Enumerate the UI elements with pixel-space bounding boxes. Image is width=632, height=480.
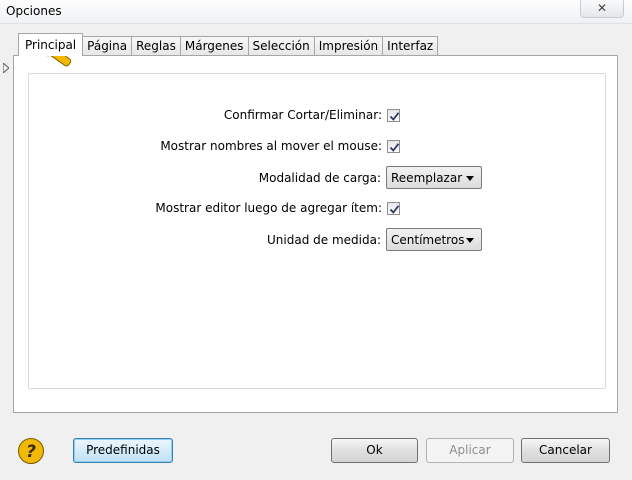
splitter-arrow-icon[interactable]: [3, 63, 9, 73]
ok-button[interactable]: Ok: [331, 438, 418, 463]
tab-pagina[interactable]: Página: [82, 36, 133, 56]
unit-value: Centímetros: [391, 232, 465, 247]
chevron-down-icon: [466, 176, 474, 181]
tab-interfaz[interactable]: Interfaz: [382, 36, 439, 56]
unit-label: Unidad de medida:: [267, 232, 381, 247]
close-button[interactable]: ✕: [580, 0, 624, 18]
apply-button[interactable]: Aplicar: [426, 438, 514, 463]
unit-select[interactable]: Centímetros: [386, 228, 482, 251]
show-editor-row: Mostrar editor luego de agregar ítem:: [155, 198, 400, 218]
show-names-checkbox[interactable]: [387, 139, 400, 153]
load-mode-row: Modalidad de carga: Reemplazar: [259, 166, 482, 189]
chevron-down-icon: [466, 238, 474, 243]
tab-margenes[interactable]: Márgenes: [179, 36, 249, 56]
load-mode-label: Modalidad de carga:: [258, 170, 381, 185]
cancel-button[interactable]: Cancelar: [521, 438, 610, 463]
show-editor-checkbox[interactable]: [387, 201, 400, 215]
unit-row: Unidad de medida: Centímetros: [267, 228, 482, 251]
show-names-row: Mostrar nombres al mover el mouse:: [160, 136, 400, 156]
tab-strip: Principal Página Reglas Márgenes Selecci…: [18, 33, 439, 56]
confirm-cut-label: Confirmar Cortar/Eliminar:: [223, 108, 382, 122]
load-mode-select[interactable]: Reemplazar: [386, 166, 482, 189]
help-icon[interactable]: ?: [17, 437, 45, 465]
checkmark-icon: [389, 111, 400, 121]
window-title: Opciones: [6, 4, 62, 18]
title-bar: Opciones ✕: [0, 0, 632, 24]
tab-impresion[interactable]: Impresión: [313, 36, 384, 56]
checkmark-icon: [389, 142, 400, 152]
show-editor-label: Mostrar editor luego de agregar ítem:: [155, 201, 382, 215]
svg-text:?: ?: [26, 442, 36, 462]
confirm-cut-checkbox[interactable]: [387, 108, 400, 122]
defaults-button[interactable]: Predefinidas: [73, 438, 173, 463]
confirm-cut-row: Confirmar Cortar/Eliminar:: [224, 105, 400, 125]
checkmark-icon: [389, 204, 400, 214]
tab-principal[interactable]: Principal: [18, 33, 84, 56]
close-icon: ✕: [596, 1, 608, 15]
tab-seleccion[interactable]: Selección: [247, 36, 315, 56]
show-names-label: Mostrar nombres al mover el mouse:: [160, 139, 382, 153]
load-mode-value: Reemplazar: [391, 170, 463, 185]
tab-reglas[interactable]: Reglas: [131, 36, 181, 56]
